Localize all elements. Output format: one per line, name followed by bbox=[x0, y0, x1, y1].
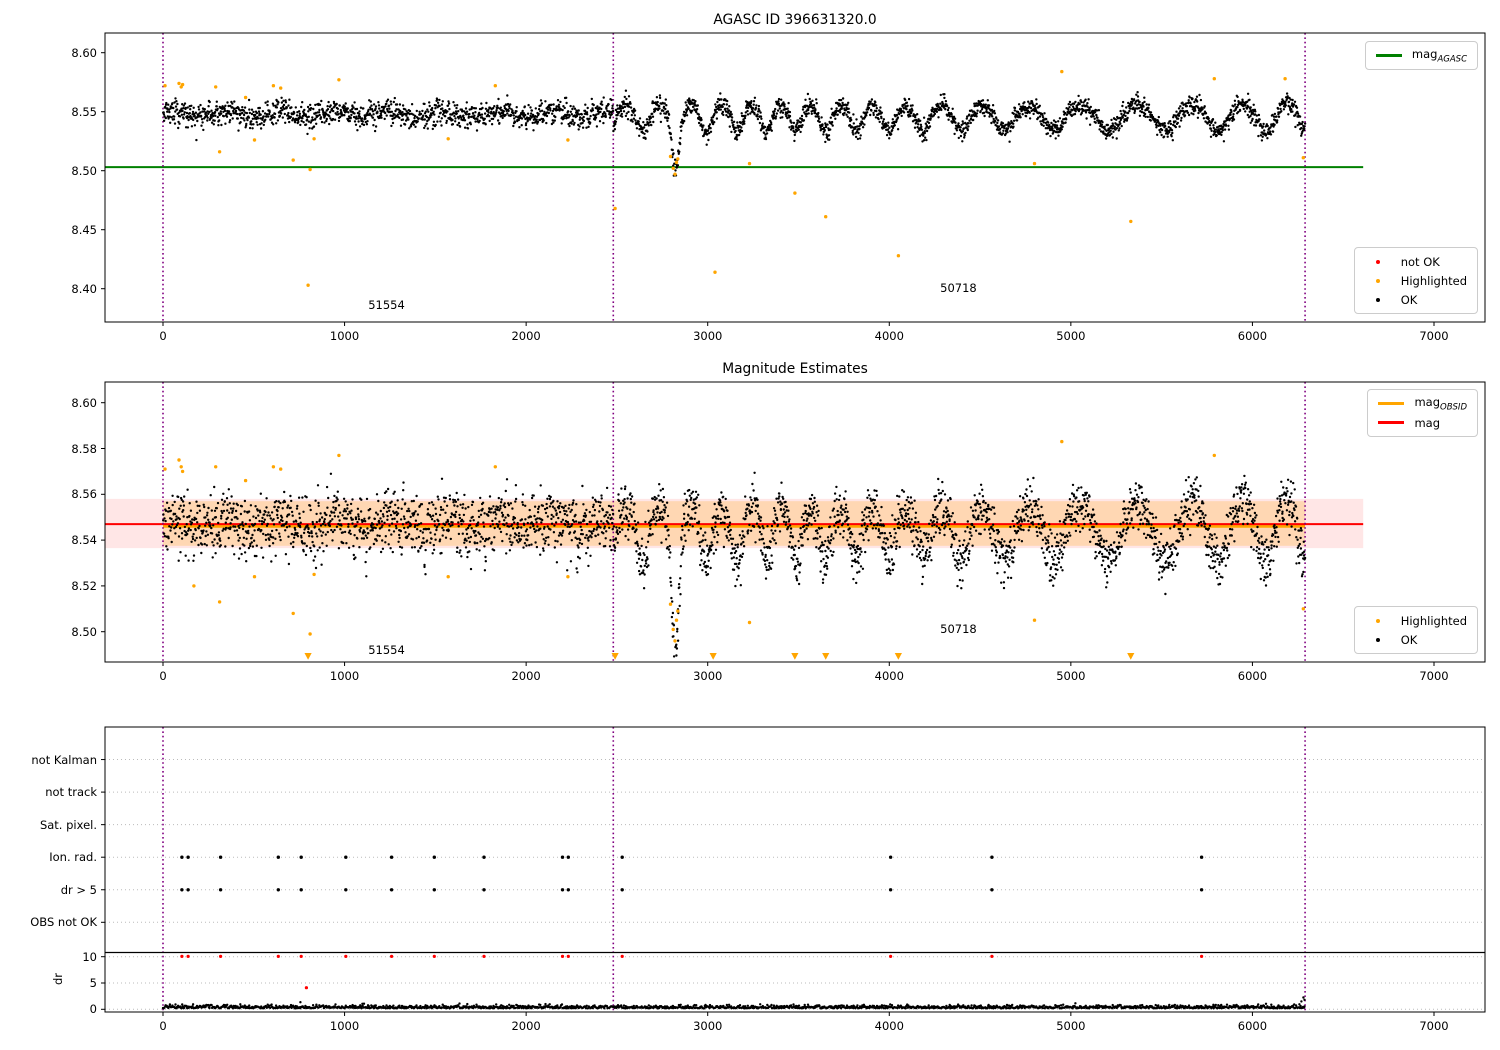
legend-item-mag-obsid: magOBSID bbox=[1376, 394, 1467, 413]
y-tick-label: 8.45 bbox=[71, 222, 97, 237]
y-tick-label: 8.55 bbox=[71, 104, 97, 119]
highlighted-dot-swatch bbox=[1363, 278, 1393, 283]
legend-mag-agasc: magAGASC bbox=[1364, 41, 1478, 70]
y-tick-label: 8.52 bbox=[71, 578, 97, 593]
x-tick-label: 1000 bbox=[329, 329, 360, 343]
mag-line-swatch bbox=[1376, 421, 1406, 424]
plots-canvas bbox=[101, 32, 1486, 1016]
x-tick-label: 7000 bbox=[1419, 329, 1449, 343]
legend-label-highlighted: Highlighted bbox=[1400, 273, 1467, 288]
x-tick-label: 3000 bbox=[693, 669, 723, 683]
legend-markers-top: not OK Highlighted OK bbox=[1353, 247, 1478, 314]
ok-dot-swatch bbox=[1363, 297, 1393, 302]
y-tick-label: 8.40 bbox=[71, 281, 97, 296]
x-tick-label: 5000 bbox=[1056, 329, 1086, 343]
legend-label-ok: OK bbox=[1400, 292, 1418, 307]
x-tick-label: 0 bbox=[159, 1019, 167, 1033]
legend-label-ok-mid: OK bbox=[1400, 632, 1418, 647]
x-tick-label: 1000 bbox=[329, 1019, 360, 1033]
ok-dot-swatch-mid bbox=[1363, 637, 1393, 642]
flag-category-label: Ion. rad. bbox=[49, 850, 97, 865]
x-tick-label: 4000 bbox=[874, 329, 904, 343]
x-tick-label: 0 bbox=[159, 329, 167, 343]
x-tick-label: 6000 bbox=[1237, 669, 1268, 683]
obsid-annotation-50718-mid: 50718 bbox=[940, 622, 977, 637]
x-tick-label: 1000 bbox=[329, 669, 360, 683]
legend-item-highlighted-mid: Highlighted bbox=[1363, 611, 1467, 630]
dr-tick-label: 10 bbox=[82, 949, 97, 964]
highlighted-dot-swatch-mid bbox=[1363, 618, 1393, 623]
x-tick-label: 2000 bbox=[511, 1019, 541, 1033]
y-tick-label: 8.60 bbox=[71, 45, 97, 60]
x-tick-label: 7000 bbox=[1419, 669, 1449, 683]
legend-label-mag-obsid: magOBSID bbox=[1414, 394, 1467, 413]
y-tick-label: 8.50 bbox=[71, 163, 97, 178]
x-tick-label: 7000 bbox=[1419, 1019, 1449, 1033]
legend-item-mag-agasc: magAGASC bbox=[1374, 46, 1467, 65]
y-tick-label: 8.60 bbox=[71, 395, 97, 410]
x-tick-label: 6000 bbox=[1237, 1019, 1268, 1033]
x-tick-label: 4000 bbox=[874, 669, 904, 683]
dr-tick-label: 0 bbox=[89, 1002, 97, 1017]
legend-label-mag: mag bbox=[1414, 415, 1441, 430]
legend-item-not-ok: not OK bbox=[1363, 252, 1467, 271]
obsid-annotation-50718-top: 50718 bbox=[940, 280, 977, 295]
mag-obsid-line-swatch bbox=[1376, 401, 1406, 406]
legend-markers-mid: Highlighted OK bbox=[1353, 606, 1478, 654]
x-tick-label: 2000 bbox=[511, 669, 541, 683]
plot2-title: Magnitude Estimates bbox=[722, 361, 868, 377]
legend-label-not-ok: not OK bbox=[1400, 254, 1440, 269]
legend-item-highlighted: Highlighted bbox=[1363, 271, 1467, 290]
x-tick-label: 0 bbox=[159, 669, 167, 683]
x-tick-label: 3000 bbox=[693, 329, 723, 343]
flag-category-label: not Kalman bbox=[31, 752, 97, 767]
legend-mag-lines: magOBSID mag bbox=[1367, 389, 1478, 437]
legend-item-ok: OK bbox=[1363, 290, 1467, 309]
x-tick-label: 3000 bbox=[693, 1019, 723, 1033]
legend-item-ok-mid: OK bbox=[1363, 630, 1467, 649]
obsid-annotation-51554-top: 51554 bbox=[368, 298, 405, 313]
not-ok-dot-swatch bbox=[1363, 259, 1393, 264]
y-tick-label: 8.54 bbox=[71, 533, 97, 548]
y-tick-label: 8.56 bbox=[71, 487, 97, 502]
flag-category-label: Sat. pixel. bbox=[39, 817, 97, 832]
flag-category-label: OBS not OK bbox=[30, 915, 97, 930]
x-tick-label: 5000 bbox=[1056, 1019, 1086, 1033]
x-tick-label: 2000 bbox=[511, 329, 541, 343]
legend-label-mag-agasc: magAGASC bbox=[1411, 46, 1467, 65]
flag-category-label: not track bbox=[45, 785, 97, 800]
x-tick-label: 4000 bbox=[874, 1019, 904, 1033]
figure: AGASC ID 396631320.0 Magnitude Estimates… bbox=[0, 0, 1500, 1050]
obsid-annotation-51554-mid: 51554 bbox=[368, 643, 405, 658]
legend-label-highlighted-mid: Highlighted bbox=[1400, 613, 1467, 628]
plot1-title: AGASC ID 396631320.0 bbox=[713, 12, 877, 28]
dr-tick-label: 5 bbox=[89, 976, 97, 990]
x-tick-label: 5000 bbox=[1056, 669, 1086, 683]
mag-agasc-line-swatch bbox=[1374, 54, 1404, 57]
flag-category-label: dr > 5 bbox=[60, 882, 97, 897]
y-tick-label: 8.50 bbox=[71, 624, 97, 639]
legend-item-mag: mag bbox=[1376, 413, 1467, 432]
x-tick-label: 6000 bbox=[1237, 329, 1268, 343]
y-tick-label: 8.58 bbox=[71, 441, 97, 456]
